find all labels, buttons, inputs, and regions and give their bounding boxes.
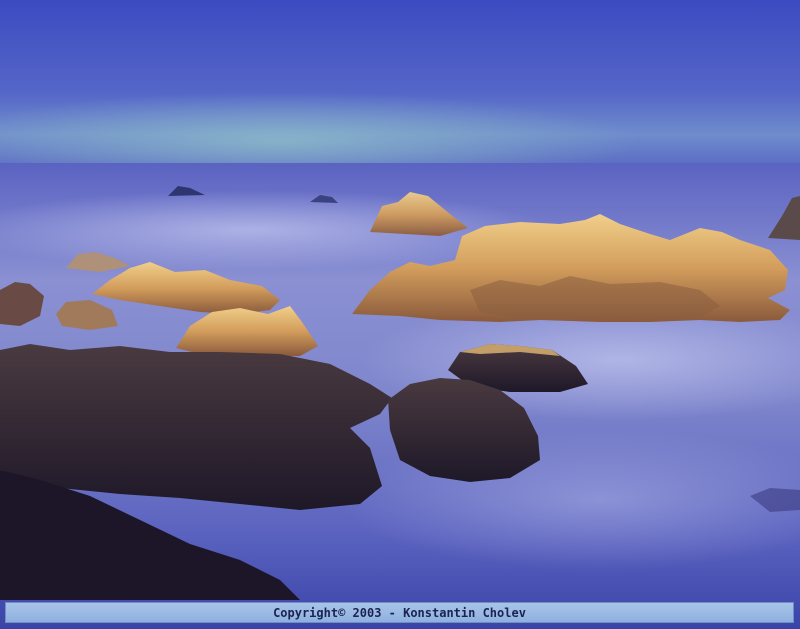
copyright-bar: Copyright© 2003 - Konstantin Cholev [5,602,794,623]
dark-rock-foreground [0,344,392,510]
photo-frame: Copyright© 2003 - Konstantin Cholev [0,0,800,629]
sky-glow [0,60,800,168]
seascape-photo [0,0,800,629]
copyright-text: Copyright© 2003 - Konstantin Cholev [273,605,526,620]
